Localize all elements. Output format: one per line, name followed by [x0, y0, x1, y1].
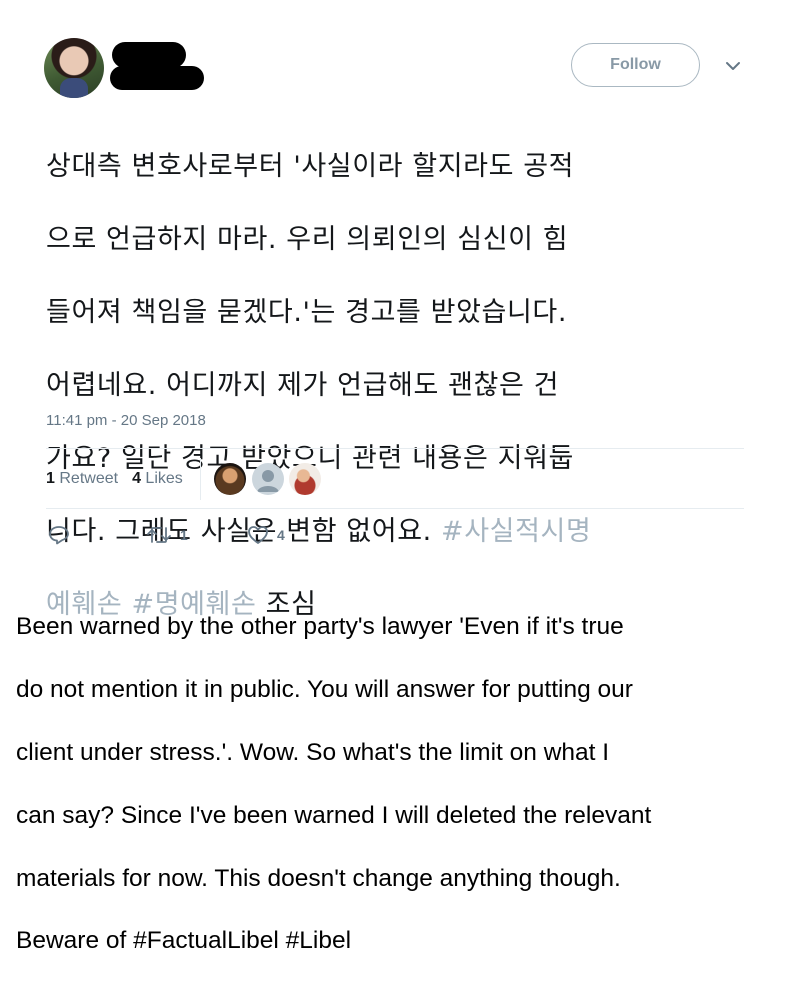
- retweet-stat-count: 1: [46, 470, 55, 487]
- tweet-line: 상대측 변호사로부터 '사실이라 할지라도 공적: [46, 150, 575, 182]
- liker-avatar[interactable]: [252, 463, 284, 495]
- default-avatar-icon: [257, 470, 279, 492]
- tweet-line: 으로 언급하지 마라. 우리 의뢰인의 심신이 힘: [46, 223, 569, 255]
- translation-line: Beware of #FactualLibel #Libel: [16, 927, 352, 955]
- heart-icon[interactable]: [247, 525, 269, 545]
- likes-stat-label: Likes: [145, 470, 183, 487]
- retweet-action[interactable]: 1: [146, 525, 188, 545]
- translation-line: materials for now. This doesn't change a…: [16, 864, 621, 892]
- translation-line: Been warned by the other party's lawyer …: [16, 613, 624, 641]
- liker-avatar[interactable]: [214, 463, 246, 495]
- redacted-username: [112, 42, 186, 68]
- likes-stat-count: 4: [132, 470, 141, 487]
- translation-line: client under stress.'. Wow. So what's th…: [16, 739, 610, 767]
- engagement-stats: 1 Retweet 4 Likes: [46, 470, 183, 488]
- translation-line: do not mention it in public. You will an…: [16, 676, 633, 704]
- chevron-down-icon[interactable]: [725, 60, 741, 72]
- redacted-handle: [110, 66, 204, 90]
- hashtag-link[interactable]: #사실적시명: [441, 516, 591, 547]
- stats-separator: [200, 458, 201, 500]
- divider: [46, 508, 744, 509]
- reply-icon[interactable]: [48, 525, 70, 545]
- like-action[interactable]: 4: [247, 525, 285, 545]
- retweet-stat-label: Retweet: [59, 470, 119, 487]
- like-count: 4: [277, 527, 285, 543]
- retweet-icon[interactable]: [146, 525, 172, 545]
- divider: [46, 448, 744, 449]
- tweet-line-text: 니다. 그래도 사실은 변함 없어요.: [46, 515, 441, 547]
- translation-line: can say? Since I've been warned I will d…: [16, 801, 652, 829]
- follow-button[interactable]: Follow: [571, 43, 700, 87]
- timestamp[interactable]: 11:41 pm - 20 Sep 2018: [46, 412, 206, 429]
- avatar[interactable]: [44, 38, 104, 98]
- tweet-line: 들어져 책임을 묻겠다.'는 경고를 받았습니다.: [46, 296, 568, 328]
- translation-text: Been warned by the other party's lawyer …: [16, 580, 776, 988]
- likes-stat[interactable]: 4 Likes: [132, 470, 183, 488]
- retweet-stat[interactable]: 1 Retweet: [46, 470, 118, 488]
- liker-avatar[interactable]: [289, 463, 321, 495]
- retweet-count: 1: [180, 527, 188, 543]
- reply-action[interactable]: [48, 525, 70, 545]
- tweet-text: 상대측 변호사로부터 '사실이라 할지라도 공적 으로 언급하지 마라. 우리 …: [46, 112, 746, 660]
- tweet-line: 어렵네요. 어디까지 제가 언급해도 괜찮은 건: [46, 369, 560, 401]
